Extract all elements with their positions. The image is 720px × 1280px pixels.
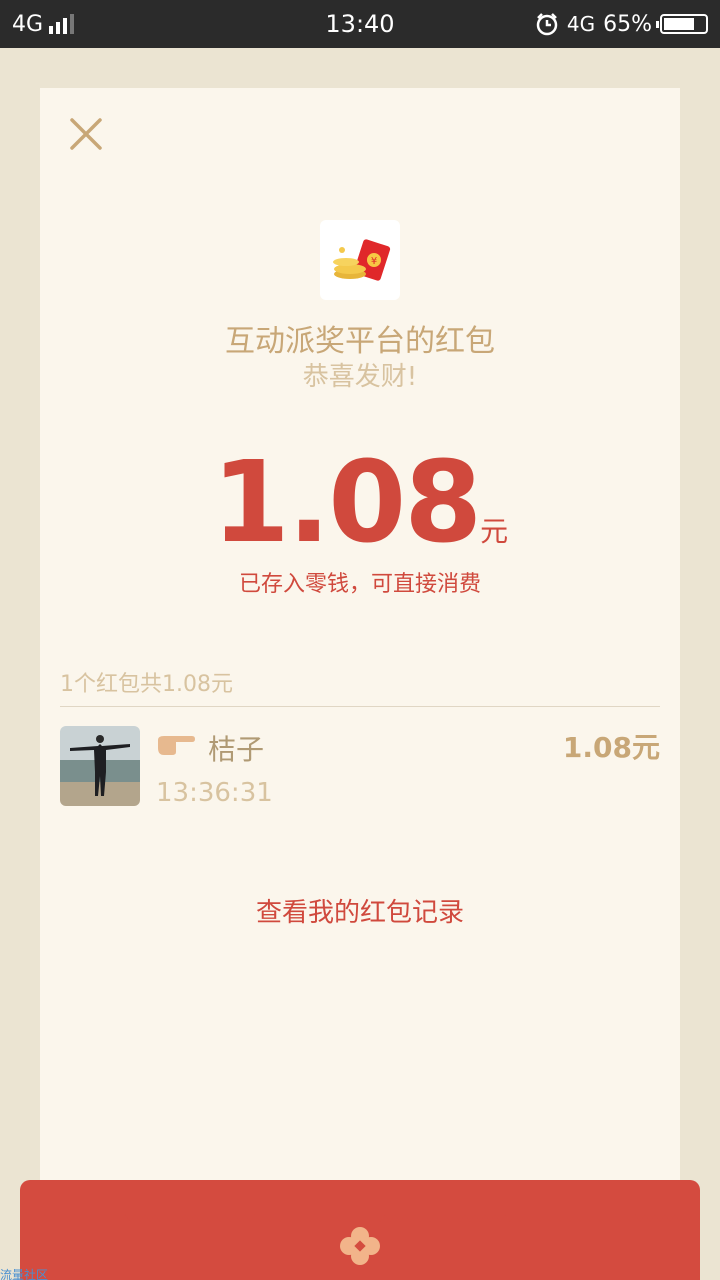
status-right: 4G 65%	[535, 12, 720, 37]
pointing-hand-icon	[158, 736, 195, 755]
battery-icon	[656, 14, 708, 34]
network-label: 4G	[12, 11, 44, 37]
received-amount: 1.08元	[40, 438, 680, 568]
packet-summary: 1个红包共1.08元	[60, 672, 233, 697]
red-packet-wish: 恭喜发财!	[302, 362, 418, 392]
amount-unit: 元	[480, 515, 509, 548]
watermark: 流量社区	[0, 1268, 49, 1280]
record-time: 13:36:31	[156, 778, 273, 808]
signal-icon	[49, 14, 75, 34]
alarm-icon	[536, 13, 558, 36]
status-left: 4G	[0, 11, 75, 37]
avatar[interactable]	[60, 726, 140, 806]
sender-logo: ¥	[320, 220, 400, 300]
close-icon[interactable]	[68, 116, 104, 152]
divider	[60, 706, 660, 707]
record-amount: 1.08元	[562, 731, 660, 764]
red-packet-title: 互动派奖平台的红包	[225, 324, 495, 359]
network-right-label: 4G	[566, 12, 596, 36]
red-envelope-coins-icon: ¥	[333, 239, 391, 281]
zigzag-edge	[40, 1214, 680, 1222]
avatar-photo	[60, 726, 140, 806]
svg-text:¥: ¥	[371, 256, 377, 267]
status-bar: 4G 13:40 4G 65%	[0, 0, 720, 48]
amount-value: 1.08	[211, 438, 482, 568]
record-row: 桔子 13:36:31 1.08元	[60, 726, 660, 808]
stored-note: 已存入零钱，可直接消费	[238, 572, 481, 597]
sender-name: 桔子	[208, 733, 265, 766]
red-packet-card: ¥ 互动派奖平台的红包 恭喜发财! 1.08元 已存入零钱，可直接消费 1个红包…	[40, 88, 680, 1218]
flower-emblem-icon	[340, 1227, 380, 1265]
battery-percent: 65%	[603, 11, 652, 37]
view-history-link[interactable]: 查看我的红包记录	[40, 892, 680, 929]
